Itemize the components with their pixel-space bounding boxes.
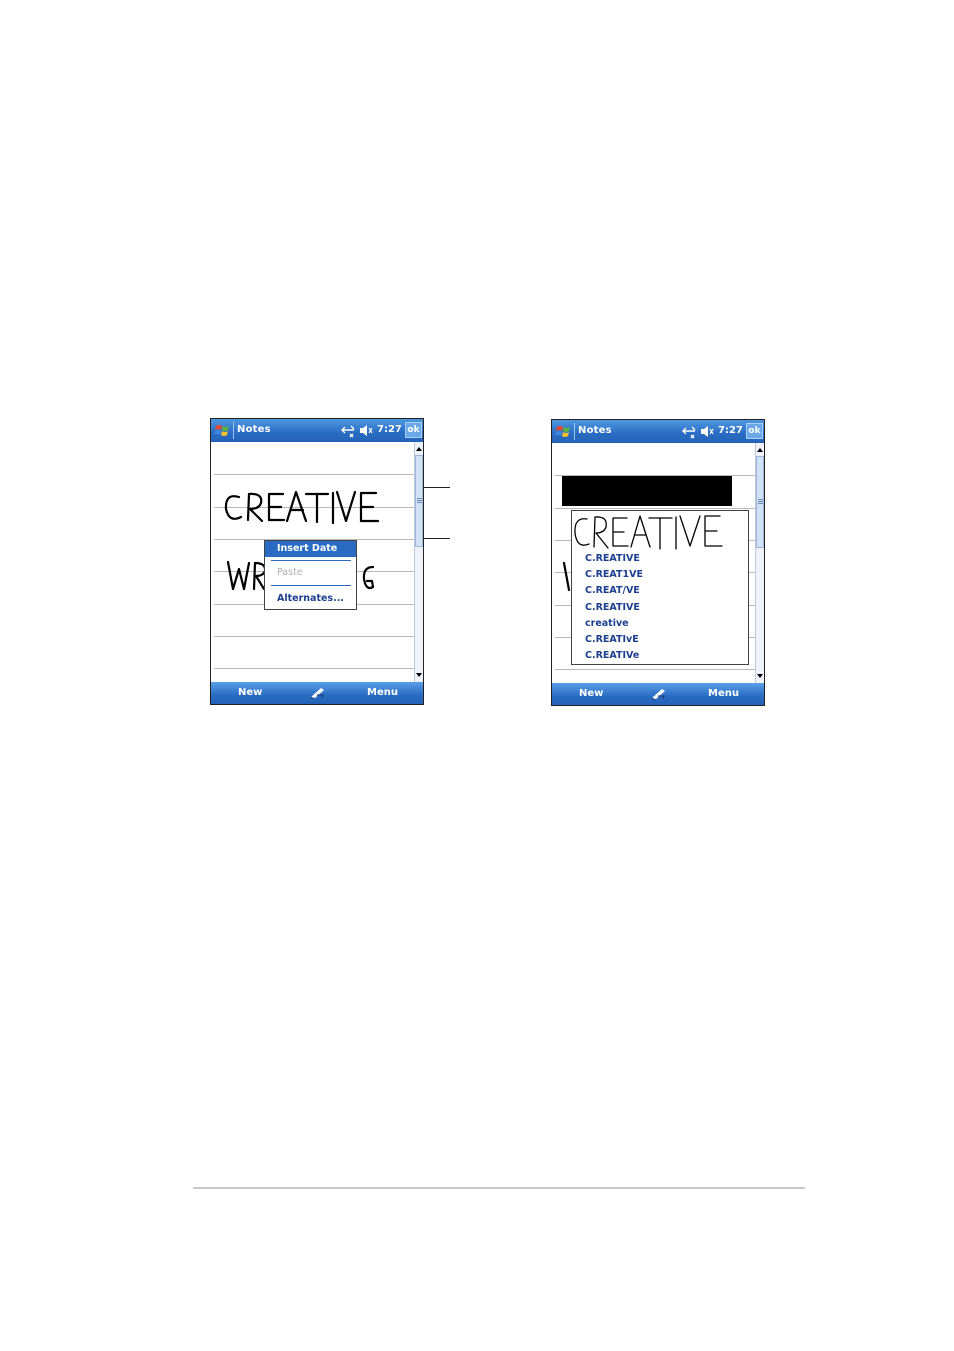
command-bar: New Menu — [552, 683, 764, 705]
scroll-up-arrow-icon[interactable] — [415, 444, 423, 454]
alternate-item[interactable]: C.REATIvE — [585, 634, 639, 646]
alternate-item[interactable]: C.REATIVe — [585, 650, 639, 662]
pen-input-icon[interactable] — [309, 685, 327, 700]
title-separator — [233, 422, 234, 439]
alternates-popup: C.REATIVE C.REAT1VE C.REAT/VE C.REATIVE … — [571, 510, 749, 665]
scroll-up-arrow-icon[interactable] — [756, 445, 764, 455]
alternate-item[interactable]: C.REATIVE — [585, 553, 640, 565]
notes-screen-context-menu: Notes 7:27 ok Insert Date Paste Alternat… — [210, 418, 424, 705]
vertical-scrollbar[interactable] — [755, 443, 764, 684]
page-footer-rule — [193, 1187, 805, 1189]
ok-button[interactable]: ok — [746, 423, 763, 439]
callout-line — [424, 487, 450, 488]
ruled-line — [555, 669, 755, 670]
pen-input-icon[interactable] — [650, 686, 668, 701]
command-bar: New Menu — [211, 682, 423, 704]
callout-line — [424, 538, 450, 539]
new-button[interactable]: New — [238, 687, 262, 698]
alternate-item[interactable]: C.REAT1VE — [585, 569, 643, 581]
app-title: Notes — [578, 425, 612, 436]
speaker-muted-icon[interactable] — [700, 424, 714, 439]
title-separator — [574, 423, 575, 440]
notes-screen-alternates: Notes 7:27 ok C.REATIVE C.REAT1VE C.REAT… — [551, 419, 765, 706]
ruled-line — [214, 668, 414, 669]
menu-separator — [271, 560, 351, 561]
grip-line — [758, 501, 763, 502]
menu-item-insert-date[interactable]: Insert Date — [265, 541, 356, 557]
grip-line — [758, 503, 763, 504]
notes-writing-area[interactable]: Insert Date Paste Alternates... — [211, 442, 416, 682]
new-button[interactable]: New — [579, 688, 603, 699]
ruled-line — [214, 636, 414, 637]
clock[interactable]: 7:27 — [377, 424, 402, 435]
scroll-thumb[interactable] — [415, 455, 423, 547]
menu-item-alternates[interactable]: Alternates... — [265, 591, 356, 607]
vertical-scrollbar[interactable] — [414, 442, 423, 683]
notes-writing-area[interactable]: C.REATIVE C.REAT1VE C.REAT/VE C.REATIVE … — [552, 443, 757, 683]
menu-button[interactable]: Menu — [367, 687, 398, 698]
grip-line — [417, 500, 422, 501]
connectivity-icon[interactable] — [341, 423, 356, 438]
grip-line — [758, 499, 763, 500]
alternate-item[interactable]: C.REAT/VE — [585, 585, 640, 597]
windows-flag-icon[interactable] — [555, 423, 572, 440]
title-bar: Notes 7:27 ok — [211, 419, 423, 442]
selected-ink-highlight[interactable] — [562, 476, 732, 506]
ruled-line — [555, 508, 755, 509]
alternate-item[interactable]: C.REATIVE — [585, 602, 640, 614]
menu-item-paste[interactable]: Paste — [265, 565, 356, 581]
alternates-ink-preview — [574, 515, 723, 550]
menu-separator — [271, 585, 351, 586]
context-menu: Insert Date Paste Alternates... — [264, 540, 357, 610]
scroll-thumb[interactable] — [756, 456, 764, 548]
clock[interactable]: 7:27 — [718, 425, 743, 436]
app-title: Notes — [237, 424, 271, 435]
connectivity-icon[interactable] — [682, 424, 697, 439]
windows-flag-icon[interactable] — [214, 422, 231, 439]
alternate-item[interactable]: creative — [585, 618, 629, 630]
grip-line — [417, 502, 422, 503]
handwriting-ink-creative[interactable] — [211, 457, 416, 525]
menu-button[interactable]: Menu — [708, 688, 739, 699]
title-bar: Notes 7:27 ok — [552, 420, 764, 443]
scroll-down-arrow-icon[interactable] — [415, 670, 423, 680]
scroll-down-arrow-icon[interactable] — [756, 671, 764, 681]
grip-line — [417, 498, 422, 499]
ok-button[interactable]: ok — [405, 422, 422, 438]
speaker-muted-icon[interactable] — [359, 423, 373, 438]
